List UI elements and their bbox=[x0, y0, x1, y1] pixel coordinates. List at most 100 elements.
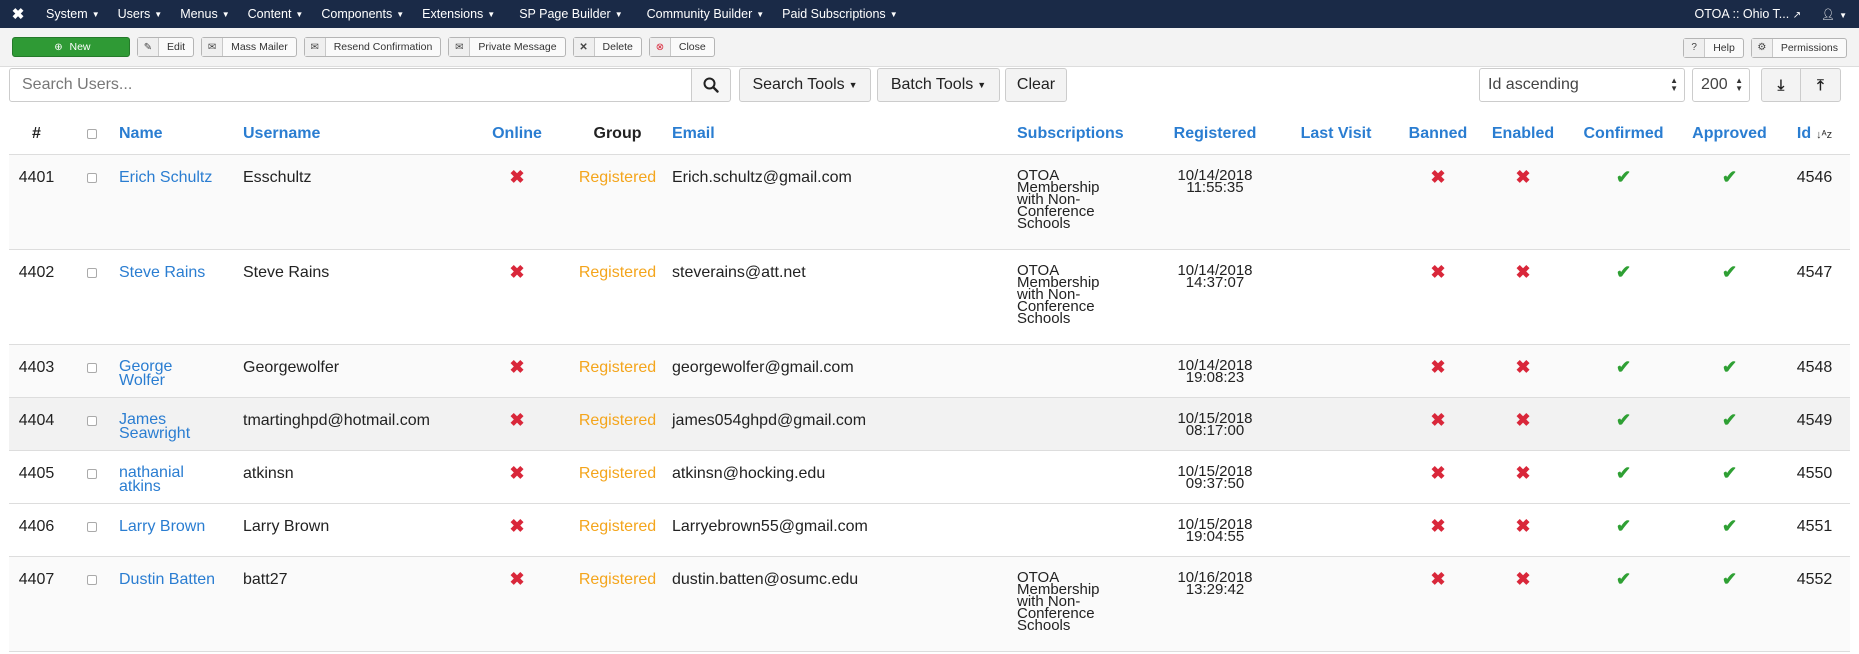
search-input[interactable]: Search Users... bbox=[9, 68, 692, 102]
confirmed-cell[interactable]: ✔ bbox=[1567, 344, 1680, 398]
cross-icon: ✖ bbox=[509, 410, 525, 430]
approved-cell[interactable]: ✔ bbox=[1680, 503, 1779, 557]
caret-down-icon: ▼ bbox=[848, 80, 858, 90]
user-name-link[interactable]: George Wolfer bbox=[119, 359, 172, 389]
private-message-button[interactable]: ✉ Private Message bbox=[448, 37, 566, 57]
user-name-link[interactable]: Erich Schultz bbox=[119, 170, 212, 186]
mass-mailer-button[interactable]: ✉ Mass Mailer bbox=[201, 37, 297, 57]
confirmed-cell[interactable]: ✔ bbox=[1567, 556, 1680, 652]
row-checkbox[interactable] bbox=[86, 173, 97, 183]
col-header-last-visit[interactable]: Last Visit bbox=[1275, 114, 1397, 155]
approved-cell[interactable]: ✔ bbox=[1680, 397, 1779, 451]
row-checkbox[interactable] bbox=[86, 469, 97, 479]
search-button[interactable] bbox=[691, 68, 731, 102]
cross-icon: ✖ bbox=[509, 262, 525, 282]
enabled-cell[interactable]: ✖ bbox=[1479, 397, 1567, 451]
confirmed-cell[interactable]: ✔ bbox=[1567, 249, 1680, 345]
permissions-button[interactable]: ⚙ Permissions bbox=[1750, 37, 1847, 58]
banned-cell[interactable]: ✖ bbox=[1397, 450, 1479, 504]
confirmed-cell[interactable]: ✔ bbox=[1567, 397, 1680, 451]
registered-cell: 10/15/2018 19:04:55 bbox=[1155, 503, 1275, 557]
user-name-link[interactable]: Larry Brown bbox=[119, 519, 205, 535]
upload-button[interactable]: ⤒ bbox=[1800, 68, 1841, 102]
name-cell: Erich Schultz bbox=[119, 154, 243, 250]
col-header-online[interactable]: Online bbox=[471, 114, 563, 155]
user-name-link[interactable]: Dustin Batten bbox=[119, 572, 215, 588]
nav-paid-subscriptions[interactable]: Paid Subscriptions ▼ bbox=[782, 7, 897, 21]
row-checkbox[interactable] bbox=[86, 575, 97, 585]
col-header-banned[interactable]: Banned bbox=[1397, 114, 1479, 155]
row-number: 4404 bbox=[9, 397, 64, 451]
banned-cell[interactable]: ✖ bbox=[1397, 154, 1479, 250]
banned-cell[interactable]: ✖ bbox=[1397, 344, 1479, 398]
col-header-id[interactable]: Id bbox=[1797, 125, 1811, 142]
banned-cell[interactable]: ✖ bbox=[1397, 556, 1479, 652]
select-all-checkbox[interactable] bbox=[86, 128, 97, 139]
col-header-name[interactable]: Name bbox=[119, 114, 243, 155]
banned-cell[interactable]: ✖ bbox=[1397, 397, 1479, 451]
clear-button[interactable]: Clear bbox=[1005, 68, 1067, 102]
nav-users[interactable]: Users ▼ bbox=[118, 7, 163, 21]
confirmed-cell[interactable]: ✔ bbox=[1567, 450, 1680, 504]
row-select-cell bbox=[64, 503, 119, 557]
col-header-registered[interactable]: Registered bbox=[1155, 114, 1275, 155]
name-cell: George Wolfer bbox=[119, 344, 243, 398]
user-name-link[interactable]: James Seawright bbox=[119, 412, 190, 442]
enabled-cell[interactable]: ✖ bbox=[1479, 249, 1567, 345]
nav-sp-page-builder[interactable]: SP Page Builder ▼ bbox=[519, 7, 622, 21]
user-menu[interactable]: 👤︎ ▼ bbox=[1821, 7, 1847, 21]
enabled-cell[interactable]: ✖ bbox=[1479, 344, 1567, 398]
approved-cell[interactable]: ✔ bbox=[1680, 249, 1779, 345]
row-checkbox[interactable] bbox=[86, 416, 97, 426]
col-header-approved[interactable]: Approved bbox=[1680, 114, 1779, 155]
batch-tools-button[interactable]: Batch Tools ▼ bbox=[877, 68, 1000, 102]
nav-system[interactable]: System ▼ bbox=[46, 7, 100, 21]
confirmed-cell[interactable]: ✔ bbox=[1567, 503, 1680, 557]
delete-button[interactable]: ✕ Delete bbox=[572, 37, 642, 57]
new-button[interactable]: ⊕ New bbox=[12, 37, 130, 57]
row-checkbox[interactable] bbox=[86, 522, 97, 532]
search-tools-button[interactable]: Search Tools ▼ bbox=[739, 68, 871, 102]
nav-components[interactable]: Components ▼ bbox=[321, 7, 404, 21]
confirmed-cell[interactable]: ✔ bbox=[1567, 154, 1680, 250]
row-checkbox[interactable] bbox=[86, 363, 97, 373]
approved-cell[interactable]: ✔ bbox=[1680, 154, 1779, 250]
banned-cell[interactable]: ✖ bbox=[1397, 249, 1479, 345]
user-name-link[interactable]: nathanial atkins bbox=[119, 465, 184, 495]
ordering-select[interactable]: Id ascending ▲ ▼ bbox=[1479, 68, 1685, 102]
approved-cell[interactable]: ✔ bbox=[1680, 450, 1779, 504]
banned-cell[interactable]: ✖ bbox=[1397, 503, 1479, 557]
edit-button[interactable]: ✎ Edit bbox=[137, 37, 195, 57]
col-header-subscriptions[interactable]: Subscriptions bbox=[1017, 114, 1155, 155]
id-cell: 4551 bbox=[1779, 503, 1850, 557]
col-header-username[interactable]: Username bbox=[243, 114, 471, 155]
col-header-confirmed[interactable]: Confirmed bbox=[1567, 114, 1680, 155]
limit-select[interactable]: 200 ▲ ▼ bbox=[1692, 68, 1750, 102]
nav-extensions[interactable]: Extensions ▼ bbox=[422, 7, 495, 21]
ordering-value: Id ascending bbox=[1488, 76, 1579, 93]
approved-cell[interactable]: ✔ bbox=[1680, 344, 1779, 398]
enabled-cell[interactable]: ✖ bbox=[1479, 503, 1567, 557]
table-row: 4402 Steve Rains Steve Rains ✖ Registered ste… bbox=[9, 249, 1850, 345]
nav-content[interactable]: Content ▼ bbox=[248, 7, 304, 21]
user-name-link[interactable]: Steve Rains bbox=[119, 264, 206, 281]
help-button[interactable]: ? Help bbox=[1683, 37, 1744, 58]
col-header-enabled[interactable]: Enabled bbox=[1479, 114, 1567, 155]
enabled-cell[interactable]: ✖ bbox=[1479, 450, 1567, 504]
approved-cell[interactable]: ✔ bbox=[1680, 556, 1779, 652]
col-header-email[interactable]: Email bbox=[672, 114, 1017, 155]
enabled-cell[interactable]: ✖ bbox=[1479, 154, 1567, 250]
row-checkbox[interactable] bbox=[86, 268, 97, 278]
nav-menus[interactable]: Menus ▼ bbox=[180, 7, 229, 21]
download-button[interactable]: ⤓ bbox=[1761, 68, 1801, 102]
col-header-num[interactable]: # bbox=[9, 114, 64, 155]
table-row: 4405 nathanial atkins atkinsn ✖ Registered atk… bbox=[9, 450, 1850, 504]
close-button[interactable]: ⊗ Close bbox=[648, 37, 715, 57]
site-link[interactable]: OTOA :: Ohio T... ↗ bbox=[1695, 7, 1802, 21]
name-line: Steve Rains bbox=[119, 264, 206, 281]
enabled-cell[interactable]: ✖ bbox=[1479, 556, 1567, 652]
registered-value: 10/14/2018 19:08:23 bbox=[1177, 358, 1252, 385]
joomla-logo-icon[interactable]: ✖ bbox=[8, 4, 28, 24]
resend-confirmation-button[interactable]: ✉ Resend Confirmation bbox=[303, 37, 442, 57]
nav-community-builder[interactable]: Community Builder ▼ bbox=[647, 7, 765, 21]
